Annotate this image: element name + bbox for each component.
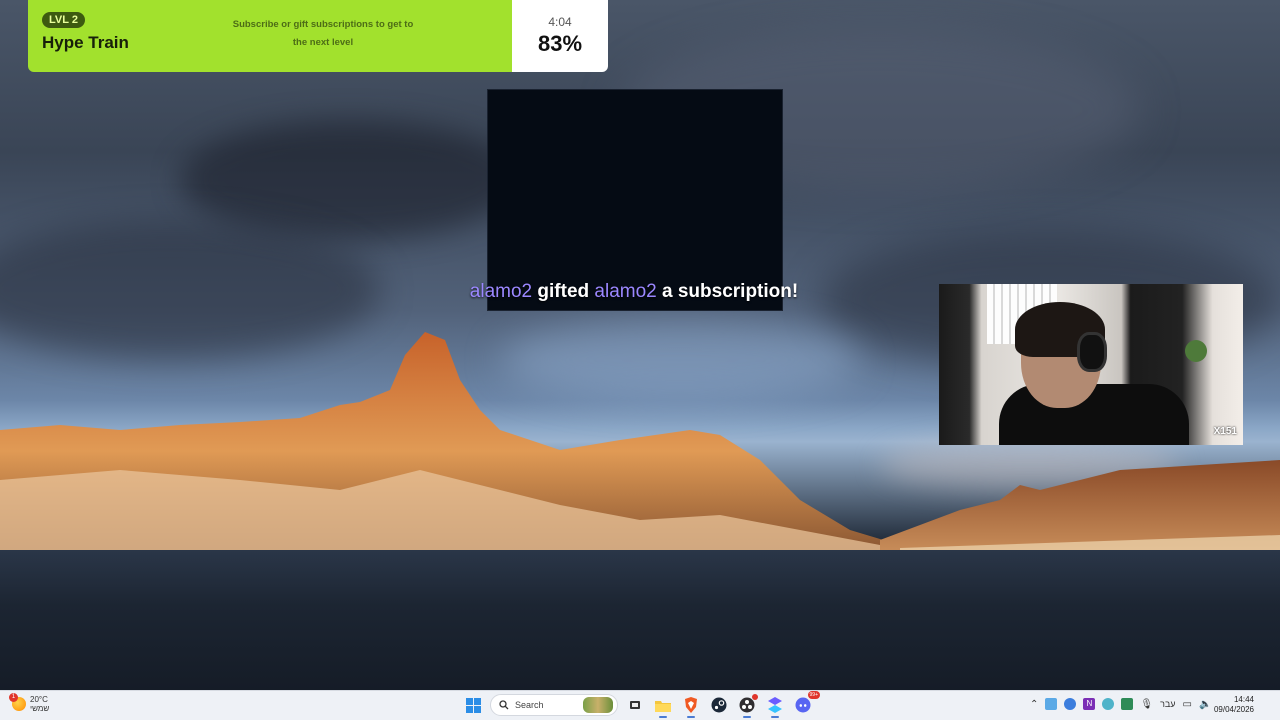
recording-indicator (752, 694, 758, 700)
alert-gifter-name: alamo2 (469, 281, 533, 302)
brave-browser-icon (685, 697, 697, 713)
weather-widget[interactable]: 1 20°C שמשי (9, 693, 49, 713)
task-view-icon (630, 701, 640, 709)
input-language-indicator[interactable]: עבר (1160, 699, 1175, 709)
hype-train-title: Hype Train (42, 33, 129, 52)
microphone-icon[interactable]: 🎙 (1140, 699, 1153, 710)
tray-app-icon-2[interactable] (1121, 698, 1134, 710)
search-label: Search (515, 700, 544, 710)
active-indicator (687, 716, 695, 718)
weather-notification-badge: 1 (9, 693, 18, 702)
media-overlay-box (487, 89, 783, 311)
weather-condition: שמשי (30, 704, 50, 713)
tray-app-n-icon[interactable]: N (1083, 698, 1096, 710)
taskbar-streamer-bot[interactable] (764, 694, 786, 718)
taskbar: 1 20°C שמשי Search 99+ ⌃ N 🎙 עבר ▭ 🔈 14:… (0, 690, 1280, 720)
tray-sync-icon[interactable] (1064, 698, 1077, 710)
taskbar-obs[interactable] (736, 694, 758, 718)
discord-icon (795, 697, 811, 713)
windows-logo-icon (465, 697, 481, 713)
lake-water (0, 550, 1280, 690)
start-button[interactable] (462, 694, 484, 716)
webcam-label: X151 (1213, 426, 1237, 437)
alert-suffix: a subscription! (662, 281, 799, 302)
weather-text: 20°C שמשי (30, 695, 49, 713)
system-tray: ⌃ N 🎙 עבר ▭ 🔈 (1030, 698, 1211, 710)
hype-train-level-badge: LVL 2 (42, 12, 85, 28)
discord-notification-badge: 99+ (807, 691, 820, 699)
alert-verb: gifted (537, 281, 590, 302)
tray-network-icon[interactable] (1102, 698, 1115, 710)
tray-app-icon[interactable] (1045, 698, 1058, 710)
sun-icon: 1 (9, 693, 26, 711)
search-icon (499, 700, 509, 710)
folder-icon (655, 700, 671, 712)
weather-temperature: 20°C (30, 695, 48, 704)
search-highlight-image (583, 697, 613, 713)
clock-date: 09/04/2026 (1213, 705, 1254, 714)
taskbar-apps: Search 99+ (462, 691, 820, 718)
taskbar-brave[interactable] (680, 694, 702, 718)
cloud (180, 120, 520, 240)
task-view-button[interactable] (624, 694, 646, 716)
show-hidden-icons-chevron-icon[interactable]: ⌃ (1030, 699, 1038, 710)
active-indicator (771, 716, 779, 718)
active-indicator (659, 716, 667, 718)
taskbar-discord[interactable]: 99+ (792, 691, 820, 716)
active-indicator (743, 716, 751, 718)
taskbar-clock[interactable]: 14:44 09/04/2026 (1212, 695, 1254, 715)
webcam-person-body (999, 384, 1189, 445)
hype-train-status-panel: 4:04 83% (512, 0, 608, 72)
headphones-icon (1077, 332, 1107, 372)
webcam-plant (1185, 340, 1207, 362)
hype-train-progress-panel: LVL 2 Hype Train Subscribe or gift subsc… (28, 0, 512, 72)
monitor-icon[interactable]: ▭ (1183, 699, 1192, 710)
hype-train-timer: 4:04 (548, 15, 572, 29)
streamer-bot-icon (768, 697, 782, 713)
hype-train-subtitle: Subscribe or gift subscriptions to get t… (232, 19, 414, 48)
taskbar-steam[interactable] (708, 694, 730, 716)
hype-train-percent: 83% (537, 31, 583, 56)
alert-recipient-name: alamo2 (594, 281, 657, 302)
hype-train-widget: LVL 2 Hype Train Subscribe or gift subsc… (28, 0, 608, 72)
webcam-feed: X151 (939, 284, 1243, 445)
clock-time: 14:44 (1233, 695, 1254, 704)
volume-icon[interactable]: 🔈 (1199, 699, 1211, 710)
taskbar-search[interactable]: Search (490, 694, 618, 716)
taskbar-file-explorer[interactable] (652, 694, 674, 718)
steam-icon (711, 697, 727, 713)
